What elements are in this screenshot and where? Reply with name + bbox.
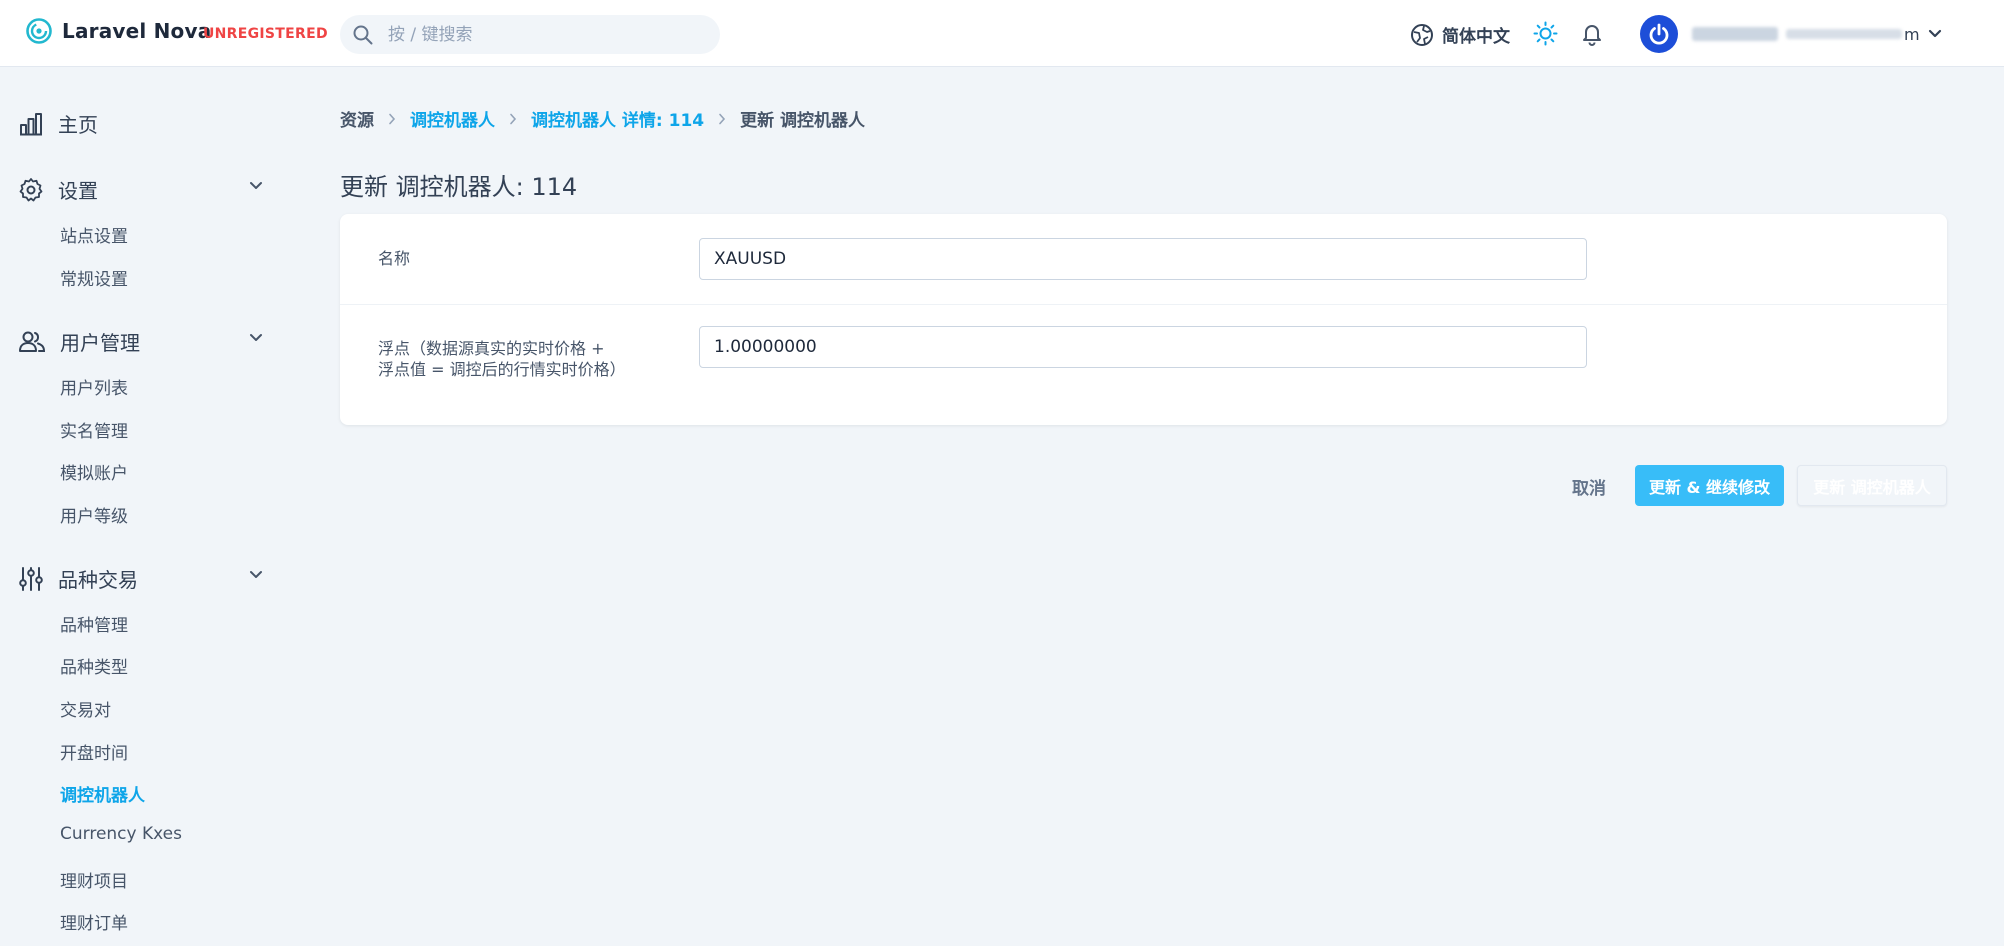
chart-bar-icon bbox=[20, 112, 42, 135]
sidebar-item-user-levels[interactable]: 用户等级 bbox=[60, 502, 128, 527]
nova-logo-icon bbox=[26, 18, 52, 44]
chevron-down-icon[interactable] bbox=[249, 333, 263, 343]
sidebar-section-label: 用户管理 bbox=[60, 331, 140, 355]
breadcrumb-current: 更新 调控机器人 bbox=[740, 111, 866, 131]
power-icon bbox=[1649, 23, 1669, 45]
form-row-name: 名称 bbox=[340, 214, 1947, 305]
theme-toggle-sun-icon[interactable] bbox=[1533, 21, 1558, 46]
sidebar-item-real-name[interactable]: 实名管理 bbox=[60, 417, 128, 442]
breadcrumb-root: 资源 bbox=[340, 111, 374, 131]
update-continue-button[interactable]: 更新 & 继续修改 bbox=[1635, 465, 1784, 506]
sidebar-item-user-list[interactable]: 用户列表 bbox=[60, 374, 128, 399]
notifications-bell-icon[interactable] bbox=[1580, 21, 1604, 46]
sidebar-section-label: 设置 bbox=[58, 179, 98, 203]
chevron-right-icon bbox=[388, 113, 396, 125]
sidebar-item-wealth-orders[interactable]: 理财订单 bbox=[60, 909, 128, 934]
name-input[interactable] bbox=[699, 238, 1587, 280]
chevron-down-icon bbox=[1928, 29, 1941, 38]
cancel-button[interactable]: 取消 bbox=[1572, 474, 1606, 499]
chevron-right-icon bbox=[718, 113, 726, 125]
sidebar-item-home[interactable]: 主页 bbox=[18, 109, 263, 138]
users-icon bbox=[19, 331, 46, 352]
sidebar-item-opening-hours[interactable]: 开盘时间 bbox=[60, 739, 128, 764]
app-name: Laravel Nova bbox=[62, 19, 212, 43]
update-button[interactable]: 更新 调控机器人 bbox=[1797, 465, 1947, 506]
float-input[interactable] bbox=[699, 326, 1587, 368]
chevron-down-icon[interactable] bbox=[249, 570, 263, 580]
user-email-redacted bbox=[1786, 29, 1902, 39]
sidebar-item-trading-pairs[interactable]: 交易对 bbox=[60, 696, 111, 721]
sidebar-section-settings[interactable]: 设置 bbox=[18, 175, 263, 204]
sidebar-item-currency-kxes[interactable]: Currency Kxes bbox=[60, 824, 182, 844]
form-row-float: 浮点（数据源真实的实时价格 + 浮点值 = 调控后的行情实时价格） bbox=[340, 305, 1947, 425]
avatar bbox=[1640, 15, 1678, 53]
global-search[interactable] bbox=[340, 15, 720, 54]
sidebar: 主页 设置 站点设置 常规设置 用户管理 用户列表 实名管理 模拟账户 用户等级 bbox=[0, 67, 300, 946]
name-field-label: 名称 bbox=[378, 249, 411, 268]
user-email-suffix: m bbox=[1904, 24, 1920, 44]
sliders-icon bbox=[19, 566, 43, 591]
breadcrumb-detail-link[interactable]: 调控机器人 详情: 114 bbox=[531, 106, 704, 131]
page-title: 更新 调控机器人: 114 bbox=[340, 173, 578, 201]
sidebar-item-wealth-products[interactable]: 理财项目 bbox=[60, 867, 128, 892]
float-field-label: 浮点（数据源真实的实时价格 + 浮点值 = 调控后的行情实时价格） bbox=[378, 339, 626, 379]
sidebar-section-label: 品种交易 bbox=[58, 568, 138, 592]
edit-form-card: 名称 浮点（数据源真实的实时价格 + 浮点值 = 调控后的行情实时价格） bbox=[340, 214, 1947, 425]
search-icon bbox=[353, 25, 373, 44]
chevron-down-icon[interactable] bbox=[249, 181, 263, 191]
breadcrumb-resource-link[interactable]: 调控机器人 bbox=[410, 106, 495, 131]
sidebar-item-symbol-types[interactable]: 品种类型 bbox=[60, 653, 128, 678]
sidebar-item-symbols[interactable]: 品种管理 bbox=[60, 611, 128, 636]
sidebar-section-users[interactable]: 用户管理 bbox=[18, 327, 263, 356]
unregistered-badge: UNREGISTERED bbox=[203, 26, 328, 42]
language-switcher[interactable]: 简体中文 bbox=[1410, 22, 1510, 47]
top-header: Laravel Nova UNREGISTERED 简体中文 bbox=[0, 0, 2004, 67]
search-input[interactable] bbox=[388, 24, 688, 45]
chevron-right-icon bbox=[509, 113, 517, 125]
user-menu[interactable]: m bbox=[1640, 15, 1942, 53]
user-name-redacted bbox=[1692, 27, 1778, 41]
sidebar-item-demo-accounts[interactable]: 模拟账户 bbox=[60, 459, 128, 484]
breadcrumb: 资源 调控机器人 调控机器人 详情: 114 更新 调控机器人 bbox=[340, 106, 865, 131]
sidebar-section-trading[interactable]: 品种交易 bbox=[18, 564, 263, 593]
gear-icon bbox=[19, 177, 43, 201]
globe-icon bbox=[1411, 23, 1433, 46]
language-label: 简体中文 bbox=[1442, 27, 1510, 47]
sidebar-home-label: 主页 bbox=[58, 113, 98, 137]
sidebar-item-control-robot[interactable]: 调控机器人 bbox=[60, 781, 145, 806]
sidebar-item-general-settings[interactable]: 常规设置 bbox=[60, 265, 128, 290]
app-logo[interactable]: Laravel Nova bbox=[26, 18, 211, 44]
sidebar-item-site-settings[interactable]: 站点设置 bbox=[60, 222, 128, 247]
